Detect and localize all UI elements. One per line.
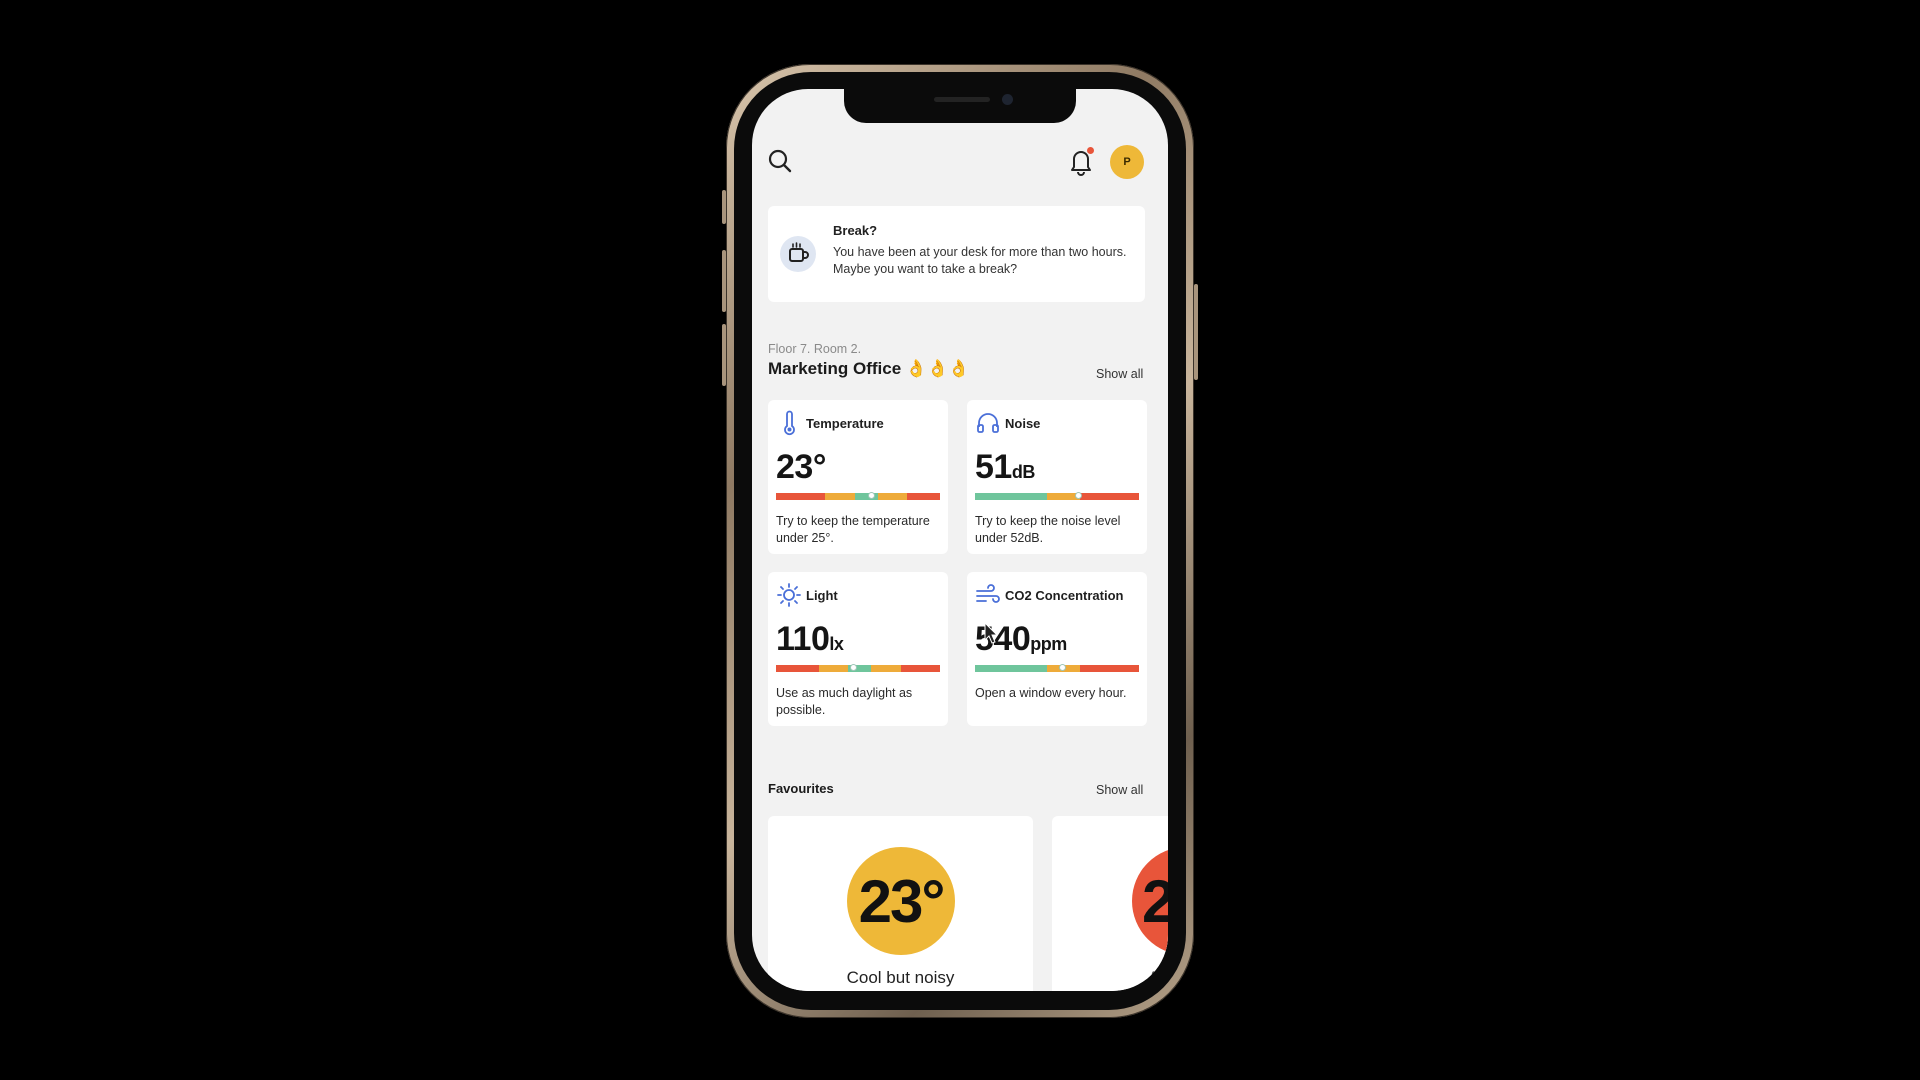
noise-value: 51dB — [975, 448, 1035, 486]
light-card[interactable]: Light 110lx Use as much daylight as poss… — [768, 572, 948, 726]
break-title: Break? — [833, 223, 878, 238]
temperature-value: 23° — [776, 448, 826, 486]
phone-power-button — [1194, 284, 1198, 380]
favourite-temperature-badge-2: 2 — [1132, 847, 1168, 955]
temperature-level-bar — [776, 492, 940, 500]
phone-notch — [844, 89, 1076, 123]
room-title: Marketing Office 👌👌👌 — [768, 359, 970, 378]
wind-icon — [975, 582, 1001, 608]
phone-side-button — [722, 190, 726, 224]
light-tip: Use as much daylight as possible. — [776, 686, 913, 717]
noise-tip: Try to keep the noise level under 52dB. — [975, 514, 1121, 545]
speaker — [934, 97, 990, 102]
avatar[interactable]: P — [1110, 145, 1144, 179]
co2-tip: Open a window every hour. — [975, 686, 1127, 700]
favourite-temperature-2: 2 — [1142, 868, 1168, 935]
light-level-bar — [776, 664, 940, 672]
phone-volume-up — [722, 250, 726, 312]
favourite-caption-2: A — [1148, 968, 1160, 987]
noise-card[interactable]: Noise 51dB Try to keep the noise level u… — [967, 400, 1147, 554]
break-notification-card[interactable]: Break? You have been at your desk for mo… — [768, 206, 1145, 302]
temperature-tip: Try to keep the temperature under 25°. — [776, 514, 930, 545]
favourite-temperature: 23° — [858, 868, 946, 935]
thermometer-icon — [776, 410, 802, 436]
search-icon — [768, 149, 792, 173]
favourite-caption: Cool but noisy — [846, 968, 955, 987]
notifications-button[interactable] — [1066, 145, 1096, 177]
noise-label: Noise — [1005, 416, 1041, 431]
room-show-all-link[interactable]: Show all — [1096, 367, 1143, 381]
co2-label: CO2 Concentration — [1005, 588, 1124, 603]
room-location: Floor 7. Room 2. — [768, 342, 862, 356]
temperature-label: Temperature — [806, 416, 884, 431]
search-button[interactable] — [766, 147, 794, 175]
temperature-card[interactable]: Temperature 23° Try to keep the temperat… — [768, 400, 948, 554]
light-value: 110lx — [776, 620, 844, 658]
notification-dot — [1087, 147, 1094, 154]
front-camera — [1002, 94, 1013, 105]
co2-card[interactable]: CO2 Concentration 540ppm Open a window e… — [967, 572, 1147, 726]
headphones-icon — [975, 410, 1001, 436]
co2-level-marker — [1058, 664, 1066, 671]
favourite-temperature-badge: 23° — [847, 847, 955, 955]
break-message: You have been at your desk for more than… — [833, 245, 1127, 276]
co2-level-bar — [975, 664, 1139, 672]
mouse-cursor-icon — [984, 622, 998, 644]
app-screen: P Break? You have been at your desk for … — [752, 89, 1168, 991]
favourites-show-all-link[interactable]: Show all — [1096, 783, 1143, 797]
favourites-title: Favourites — [768, 781, 834, 796]
coffee-cup-icon — [780, 236, 816, 272]
noise-level-bar — [975, 492, 1139, 500]
light-label: Light — [806, 588, 838, 603]
favourite-card[interactable]: 23° Cool but noisy — [768, 816, 1033, 991]
phone-volume-down — [722, 324, 726, 386]
favourite-card-2[interactable]: 2 A — [1052, 816, 1168, 991]
top-bar: P — [752, 133, 1168, 189]
sun-icon — [776, 582, 802, 608]
